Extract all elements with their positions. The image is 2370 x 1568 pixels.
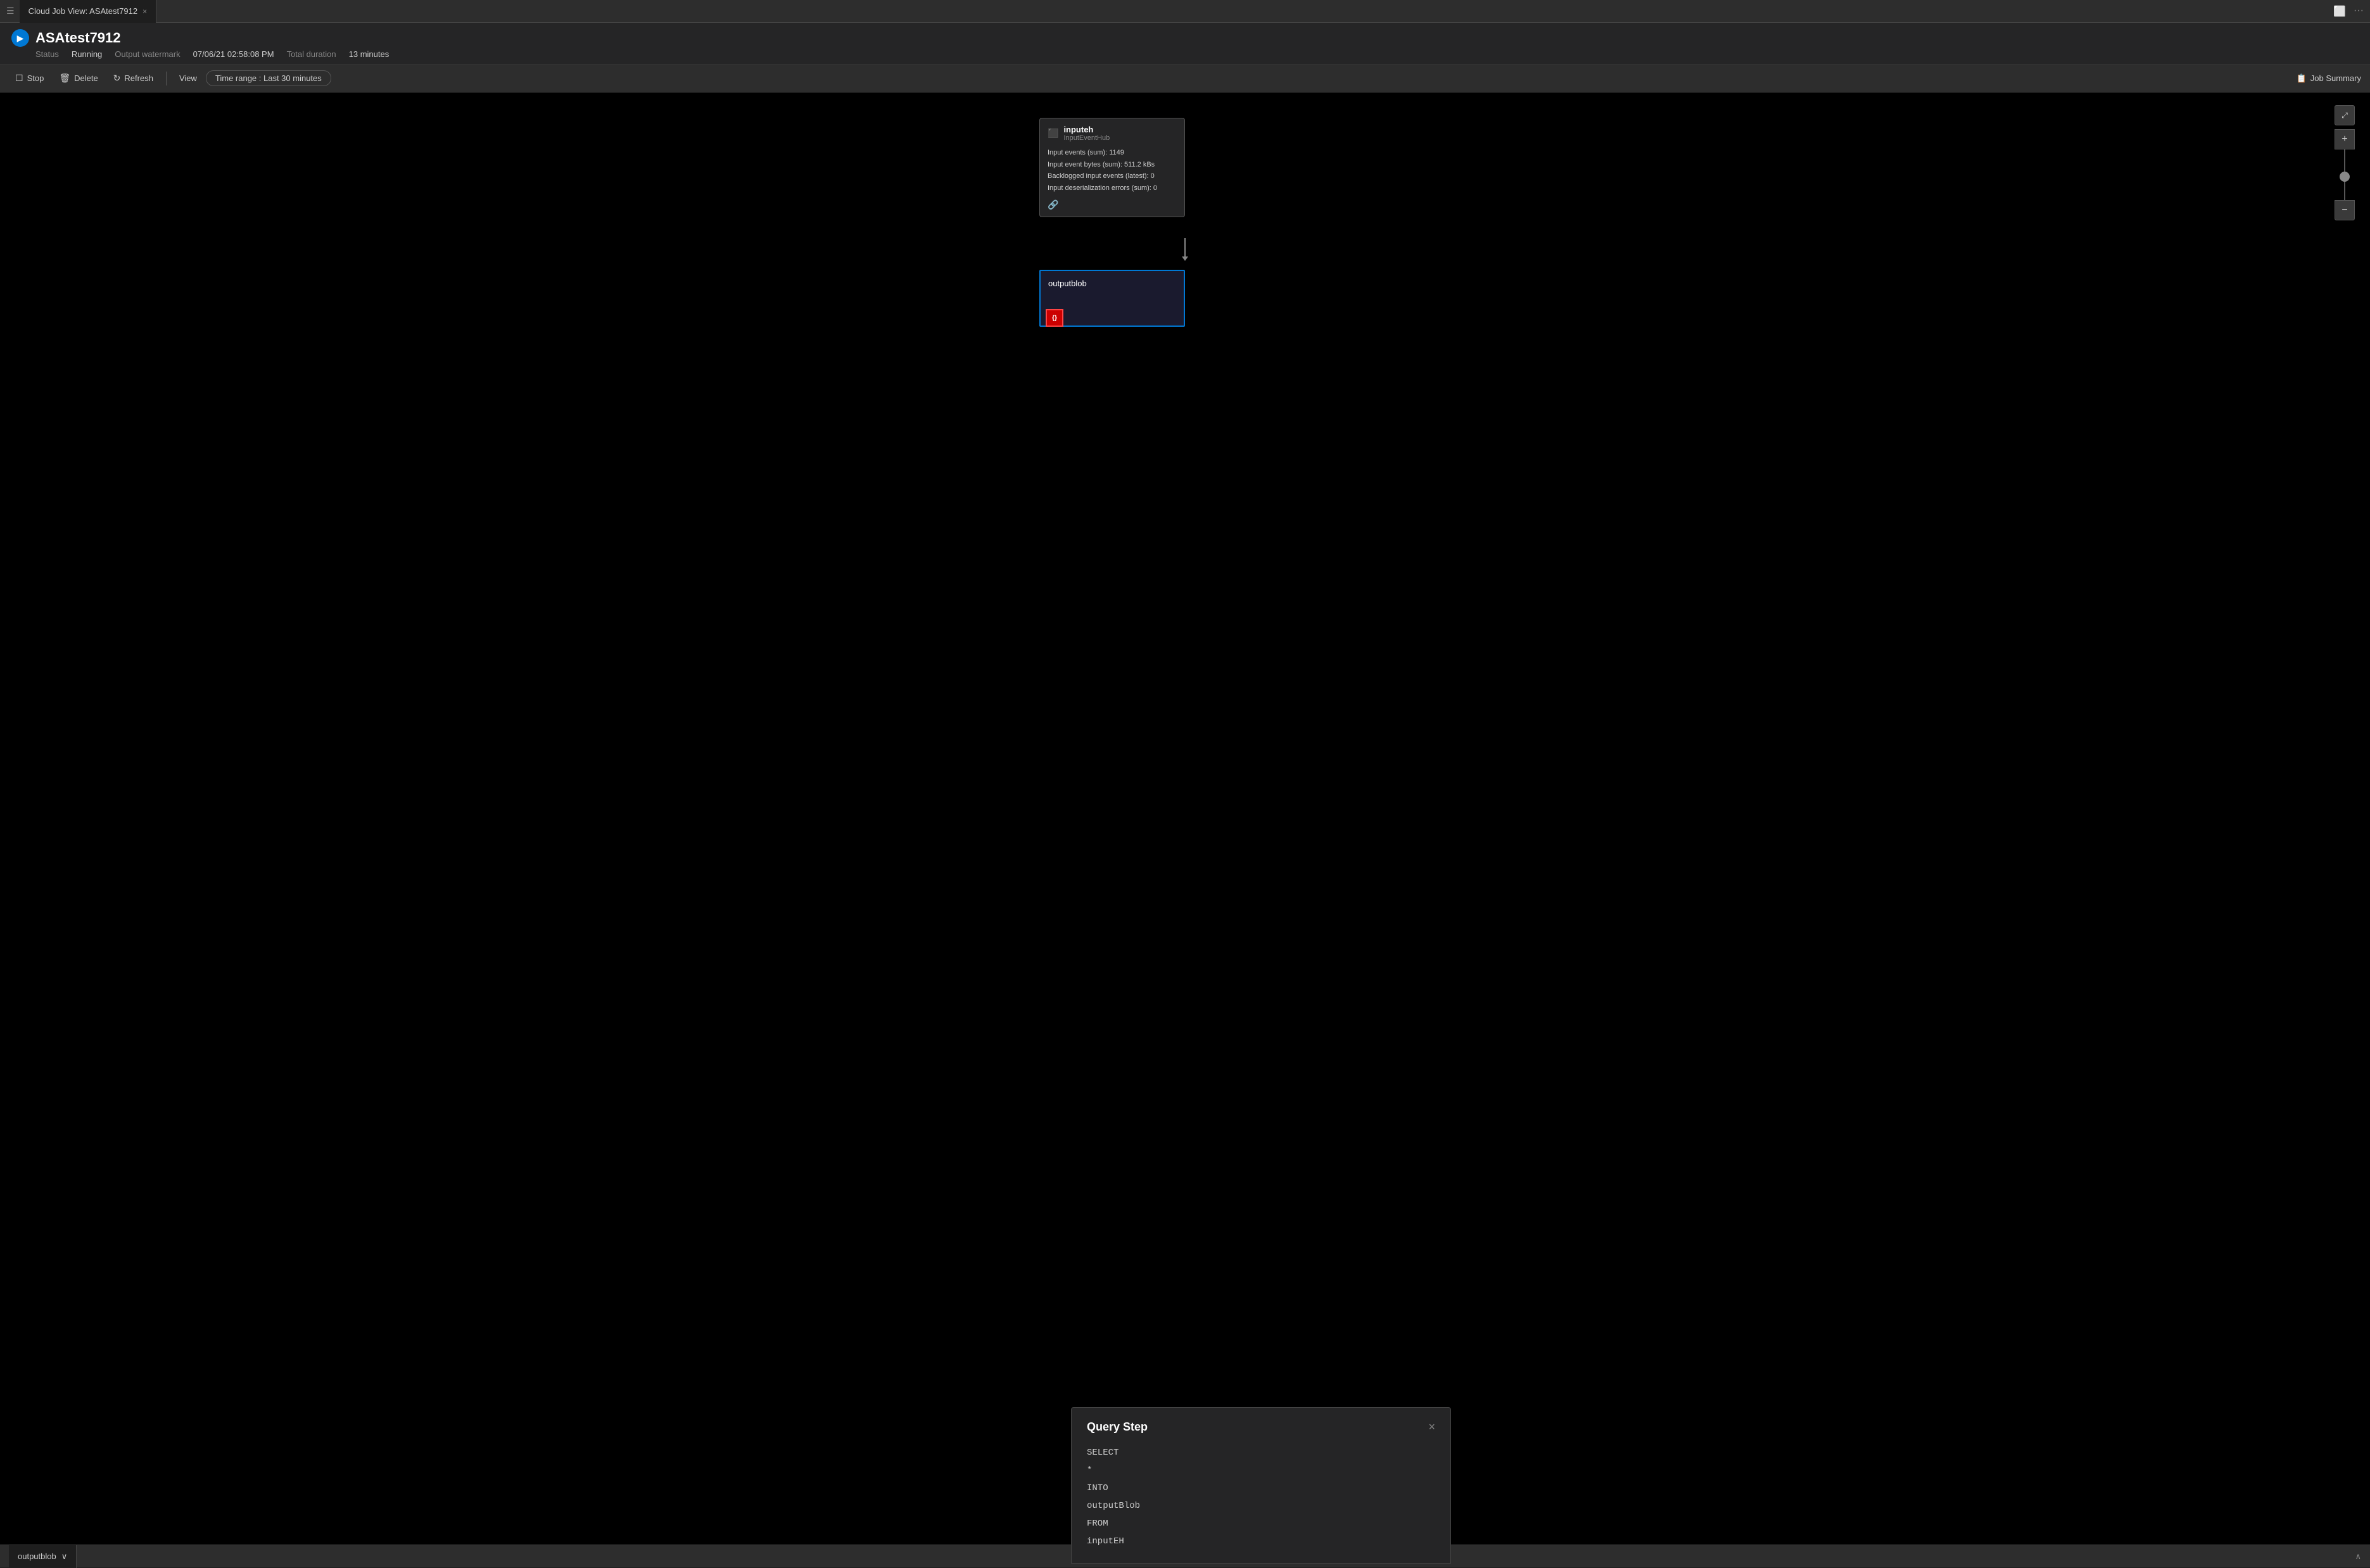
tab-close-button[interactable]: × <box>143 7 147 16</box>
query-line-2: * <box>1087 1462 1435 1479</box>
node-type-icon: ⬛ <box>1048 128 1058 139</box>
tab-label: Cloud Job View: ASAtest7912 <box>29 6 138 16</box>
time-range-label: Time range : Last 30 minutes <box>215 73 322 83</box>
query-panel-header: Query Step × <box>1087 1420 1435 1434</box>
job-icon: ▶ <box>11 29 29 47</box>
query-line-6: inputEH <box>1087 1533 1435 1550</box>
menu-icon: ☰ <box>6 6 15 16</box>
toolbar-separator <box>166 72 167 85</box>
node-header: ⬛ inputeh InputEventHub <box>1048 125 1177 142</box>
zoom-fit-button[interactable]: ⤢ <box>2335 105 2355 125</box>
query-step-panel: Query Step × SELECT * INTO outputBlob FR… <box>1071 1407 1451 1564</box>
node-title: inputeh <box>1063 125 1110 134</box>
status-row: Status Running Output watermark 07/06/21… <box>35 49 2359 59</box>
stat-3: Backlogged input events (latest): 0 <box>1048 170 1177 182</box>
flow-arrow <box>1184 238 1186 257</box>
stop-button[interactable]: ☐ Stop <box>9 70 50 87</box>
title-bar: ▶ ASAtest7912 Status Running Output wate… <box>0 23 2370 65</box>
node-subtitle: InputEventHub <box>1063 134 1110 142</box>
query-panel-title: Query Step <box>1087 1420 1148 1434</box>
view-button[interactable]: View <box>173 70 203 86</box>
tab-bar: ☰ Cloud Job View: ASAtest7912 × ⬜ ··· <box>0 0 2370 23</box>
zoom-slider-thumb[interactable] <box>2340 172 2350 182</box>
cloud-job-tab[interactable]: Cloud Job View: ASAtest7912 × <box>20 0 157 23</box>
duration-label: Total duration <box>287 49 336 59</box>
delete-icon: 🗑 <box>59 73 70 84</box>
bottom-tab-outputblob[interactable]: outputblob ∨ <box>9 1545 77 1568</box>
job-summary-icon: 📋 <box>2297 73 2307 84</box>
delete-button[interactable]: 🗑 Delete <box>53 70 104 87</box>
bottom-tab-label: outputblob <box>18 1552 56 1561</box>
output-node[interactable]: outputblob {} <box>1039 270 1185 327</box>
input-node[interactable]: ⬛ inputeh InputEventHub Input events (su… <box>1039 118 1185 217</box>
node-stats: Input events (sum): 1149 Input event byt… <box>1048 147 1177 194</box>
layout-icon[interactable]: ⬜ <box>2333 5 2346 18</box>
more-icon[interactable]: ··· <box>2354 5 2364 18</box>
bottom-tab-expand-icon[interactable]: ∧ <box>2355 1552 2361 1562</box>
zoom-out-button[interactable]: − <box>2335 200 2355 220</box>
toolbar: ☐ Stop 🗑 Delete ↻ Refresh View Time rang… <box>0 65 2370 92</box>
output-node-query-icon[interactable]: {} <box>1046 309 1063 327</box>
output-node-title: outputblob <box>1048 279 1176 288</box>
query-line-3: INTO <box>1087 1479 1435 1497</box>
window-actions: ⬜ ··· <box>2333 5 2364 18</box>
watermark-value: 07/06/21 02:58:08 PM <box>193 49 274 59</box>
refresh-icon: ↻ <box>113 73 121 84</box>
query-content: SELECT * INTO outputBlob FROM inputEH <box>1087 1444 1435 1550</box>
view-label: View <box>179 73 197 83</box>
query-line-5: FROM <box>1087 1515 1435 1533</box>
stat-1: Input events (sum): 1149 <box>1048 147 1177 159</box>
job-summary-label: Job Summary <box>2310 73 2361 83</box>
stop-label: Stop <box>27 73 44 83</box>
query-panel-close-button[interactable]: × <box>1428 1420 1435 1434</box>
delete-label: Delete <box>74 73 98 83</box>
zoom-slider-track <box>2344 149 2345 200</box>
stop-icon: ☐ <box>15 73 23 84</box>
status-value: Running <box>72 49 102 59</box>
refresh-label: Refresh <box>124 73 153 83</box>
query-line-4: outputBlob <box>1087 1497 1435 1515</box>
refresh-button[interactable]: ↻ Refresh <box>107 70 160 87</box>
job-summary-button[interactable]: 📋 Job Summary <box>2297 73 2361 84</box>
title-row: ▶ ASAtest7912 <box>11 29 2359 47</box>
duration-value: 13 minutes <box>349 49 390 59</box>
time-range-button[interactable]: Time range : Last 30 minutes <box>206 70 331 86</box>
query-line-1: SELECT <box>1087 1444 1435 1462</box>
zoom-in-button[interactable]: + <box>2335 129 2355 149</box>
stat-4: Input deserialization errors (sum): 0 <box>1048 182 1177 194</box>
bottom-tab-chevron-icon: ∨ <box>61 1552 68 1562</box>
watermark-label: Output watermark <box>115 49 180 59</box>
job-title: ASAtest7912 <box>35 30 121 46</box>
zoom-controls: ⤢ + − <box>2335 105 2355 220</box>
stat-2: Input event bytes (sum): 511.2 kBs <box>1048 159 1177 171</box>
canvas-area: ⤢ + − ⬛ inputeh InputEventHub Input even… <box>0 92 2370 1564</box>
status-label: Status <box>35 49 59 59</box>
node-footer: 🔗 <box>1048 199 1177 210</box>
